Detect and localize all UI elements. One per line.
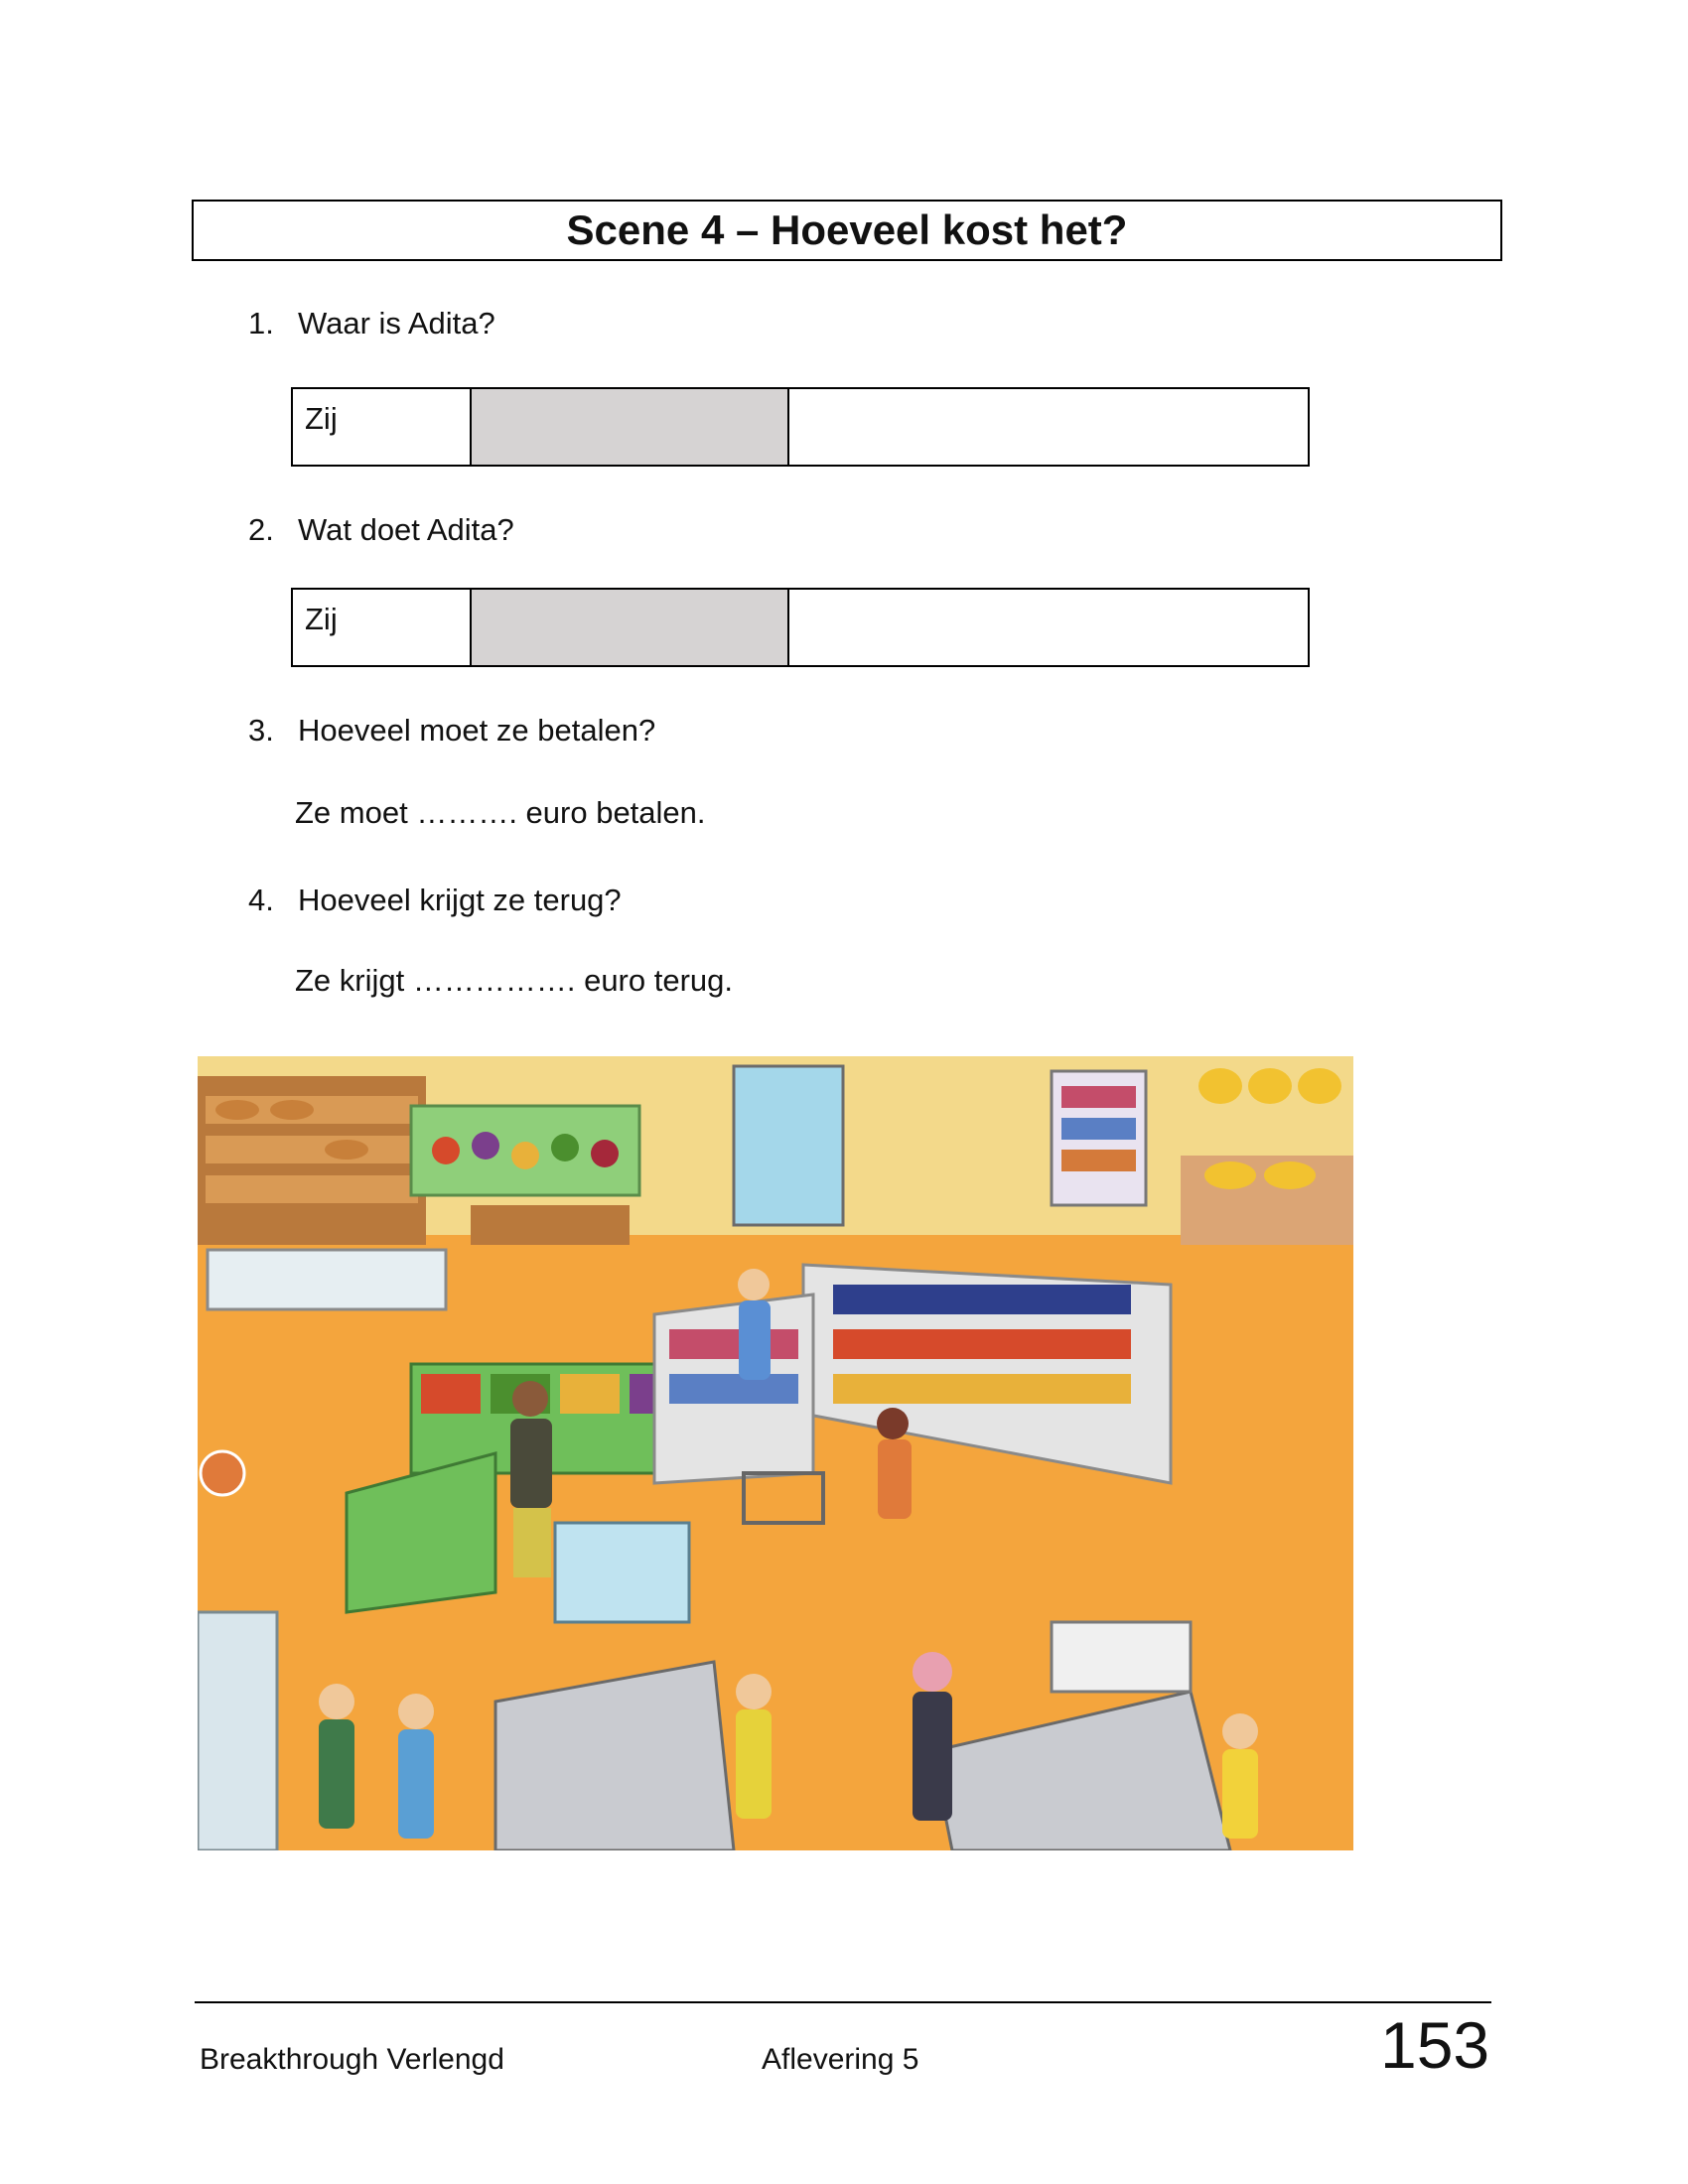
subject-cell: Zij — [291, 387, 472, 467]
answer-table-1: Zij — [291, 387, 1310, 467]
question-1: 1. Waar is Adita? — [248, 306, 495, 341]
question-number: 1. — [248, 306, 274, 341]
page-number: 153 — [1380, 2008, 1490, 2082]
question-text: Wat doet Adita? — [298, 512, 514, 547]
supermarket-illustration — [198, 1056, 1353, 1850]
question-text: Hoeveel moet ze betalen? — [298, 713, 656, 748]
question-2: 2. Wat doet Adita? — [248, 512, 514, 548]
footer-episode: Aflevering 5 — [762, 2043, 919, 2076]
question-text: Waar is Adita? — [298, 306, 495, 341]
rest-cell[interactable] — [787, 387, 1310, 467]
fill-in-sentence-4[interactable]: Ze krijgt ……………. euro terug. — [295, 963, 733, 999]
rest-cell[interactable] — [787, 588, 1310, 667]
footer-divider — [195, 2001, 1491, 2003]
question-text: Hoeveel krijgt ze terug? — [298, 883, 622, 917]
answer-table-2: Zij — [291, 588, 1310, 667]
question-4: 4. Hoeveel krijgt ze terug? — [248, 883, 622, 918]
verb-cell[interactable] — [470, 387, 789, 467]
question-number: 3. — [248, 713, 274, 748]
question-number: 4. — [248, 883, 274, 917]
question-3: 3. Hoeveel moet ze betalen? — [248, 713, 655, 749]
question-number: 2. — [248, 512, 274, 547]
page-title: Scene 4 – Hoeveel kost het? — [192, 200, 1502, 261]
fill-in-sentence-3[interactable]: Ze moet ………. euro betalen. — [295, 795, 706, 831]
verb-cell[interactable] — [470, 588, 789, 667]
subject-cell: Zij — [291, 588, 472, 667]
footer-book-title: Breakthrough Verlengd — [200, 2043, 504, 2076]
